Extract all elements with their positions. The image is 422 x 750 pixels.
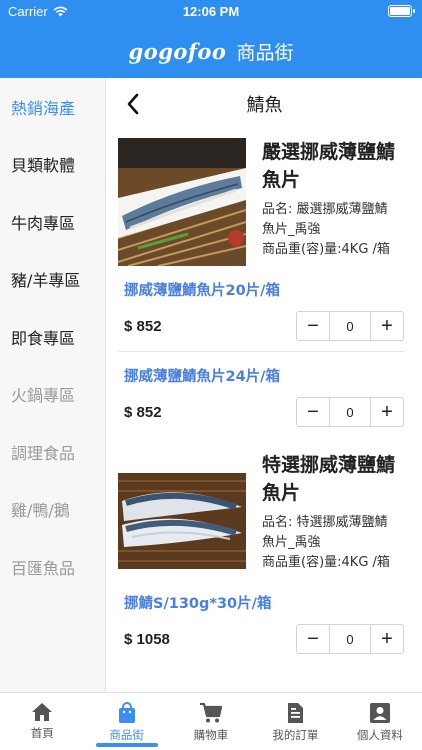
quantity-value[interactable]: 0 — [329, 398, 371, 426]
decrement-button[interactable]: − — [297, 625, 329, 653]
category-label: 雞/鴨/鵝 — [11, 501, 70, 521]
product-details: 品名: 特選挪威薄鹽鯖 魚片_禹強 商品重(容)量:4KG /箱 — [262, 513, 404, 573]
product-meta-line: 商品重(容)量:4KG /箱 — [262, 242, 390, 257]
product-meta-line: 品名: 嚴選挪威薄鹽鯖 — [262, 202, 388, 217]
category-item-fish-buffet[interactable]: 百匯魚品 — [0, 538, 105, 596]
category-item-shellfish[interactable]: 貝類軟體 — [0, 136, 105, 194]
section-header: 鯖魚 — [107, 78, 422, 130]
tab-cart[interactable]: 購物車 — [169, 693, 253, 750]
app-title: 商品街 — [236, 41, 294, 64]
decrement-button[interactable]: − — [297, 398, 329, 426]
tab-profile[interactable]: 個人資料 — [338, 693, 422, 750]
category-item-beef[interactable]: 牛肉專區 — [0, 193, 105, 251]
tab-orders[interactable]: 我的訂單 — [253, 693, 337, 750]
product-name: 特選挪威薄鹽鯖魚片 — [262, 454, 396, 504]
quantity-stepper: − 0 + — [296, 311, 404, 341]
category-label: 牛肉專區 — [11, 213, 76, 233]
clock: 12:06 PM — [182, 4, 240, 19]
tab-home[interactable]: 首頁 — [0, 693, 84, 750]
tab-label: 首頁 — [30, 726, 54, 740]
decrement-button[interactable]: − — [297, 312, 329, 340]
chevron-left-icon — [127, 93, 139, 115]
product-variant: 挪鯖S/130g*30片/箱 $ 1058 − 0 + — [118, 579, 404, 664]
tab-label: 我的訂單 — [272, 728, 319, 742]
category-label: 調理食品 — [11, 443, 76, 463]
increment-button[interactable]: + — [371, 398, 403, 426]
category-label: 百匯魚品 — [11, 558, 76, 578]
variant-price: $ 852 — [124, 403, 162, 421]
tab-shop[interactable]: 商品街 — [84, 693, 168, 750]
category-item-pork-lamb[interactable]: 豬/羊專區 — [0, 251, 105, 309]
back-button[interactable] — [119, 90, 147, 118]
category-item-hot-seafood[interactable]: 熱銷海產 — [0, 78, 105, 136]
product-variant: 挪威薄鹽鯖魚片20片/箱 $ 852 − 0 + — [118, 266, 404, 352]
product-card: 嚴選挪威薄鹽鯖魚片 品名: 嚴選挪威薄鹽鯖 魚片_禹強 商品重(容)量:4KG … — [118, 138, 404, 437]
category-sidebar: 熱銷海產 貝類軟體 牛肉專區 豬/羊專區 即食專區 火鍋專區 調理食品 雞/鴨/… — [0, 78, 106, 692]
product-image[interactable] — [118, 138, 246, 266]
product-meta-line: 魚片_禹強 — [262, 222, 321, 237]
product-meta-line: 品名: 特選挪威薄鹽鯖 — [262, 515, 388, 530]
category-item-prepared-food[interactable]: 調理食品 — [0, 423, 105, 481]
quantity-value[interactable]: 0 — [329, 312, 371, 340]
increment-button[interactable]: + — [371, 312, 403, 340]
status-bar: Carrier 12:06 PM — [0, 0, 422, 24]
quantity-stepper: − 0 + — [296, 397, 404, 427]
product-meta-line: 魚片_禹強 — [262, 535, 321, 550]
variant-name[interactable]: 挪威薄鹽鯖魚片24片/箱 — [124, 365, 404, 386]
category-label: 火鍋專區 — [11, 386, 76, 406]
cart-icon — [200, 702, 223, 723]
category-item-poultry[interactable]: 雞/鴨/鵝 — [0, 481, 105, 539]
home-icon — [32, 703, 53, 721]
active-tab-indicator — [95, 743, 158, 747]
product-meta-line: 商品重(容)量:4KG /箱 — [262, 555, 390, 570]
category-label: 即食專區 — [11, 328, 76, 348]
document-icon — [288, 703, 304, 723]
section-title: 鯖魚 — [246, 95, 283, 116]
variant-name[interactable]: 挪鯖S/130g*30片/箱 — [124, 592, 404, 613]
brand-logo: gogofoo — [128, 38, 227, 64]
tab-label: 購物車 — [193, 728, 229, 742]
category-label: 豬/羊專區 — [11, 271, 81, 291]
category-label: 貝類軟體 — [11, 156, 76, 176]
product-variant: 挪威薄鹽鯖魚片24片/箱 $ 852 − 0 + — [118, 352, 404, 437]
product-list-panel[interactable]: 鯖魚 嚴選挪威薄鹽鯖魚片 品名: 嚴選挪威薄鹽鯖 魚片_禹強 商品重(容)量:4… — [107, 78, 422, 692]
category-item-hotpot[interactable]: 火鍋專區 — [0, 366, 105, 424]
variant-price: $ 1058 — [124, 630, 170, 648]
product-image[interactable] — [118, 451, 246, 579]
category-item-ready-to-eat[interactable]: 即食專區 — [0, 308, 105, 366]
quantity-value[interactable]: 0 — [329, 625, 371, 653]
profile-icon — [369, 703, 390, 723]
tab-label: 個人資料 — [356, 728, 403, 742]
product-card: 特選挪威薄鹽鯖魚片 品名: 特選挪威薄鹽鯖 魚片_禹強 商品重(容)量:4KG … — [118, 451, 404, 664]
product-details: 品名: 嚴選挪威薄鹽鯖 魚片_禹強 商品重(容)量:4KG /箱 — [262, 200, 404, 260]
shopping-bag-icon — [118, 702, 135, 723]
battery-icon — [388, 5, 415, 17]
bottom-tab-bar: 首頁 商品街 購物車 我的訂單 個人資料 — [0, 692, 422, 750]
quantity-stepper: − 0 + — [296, 624, 404, 654]
app-header: gogofoo 商品街 — [0, 24, 422, 78]
product-name: 嚴選挪威薄鹽鯖魚片 — [262, 141, 396, 191]
increment-button[interactable]: + — [371, 625, 403, 653]
tab-label: 商品街 — [109, 728, 144, 742]
variant-name[interactable]: 挪威薄鹽鯖魚片20片/箱 — [124, 279, 404, 300]
variant-price: $ 852 — [124, 317, 162, 335]
category-label: 熱銷海產 — [11, 98, 76, 118]
